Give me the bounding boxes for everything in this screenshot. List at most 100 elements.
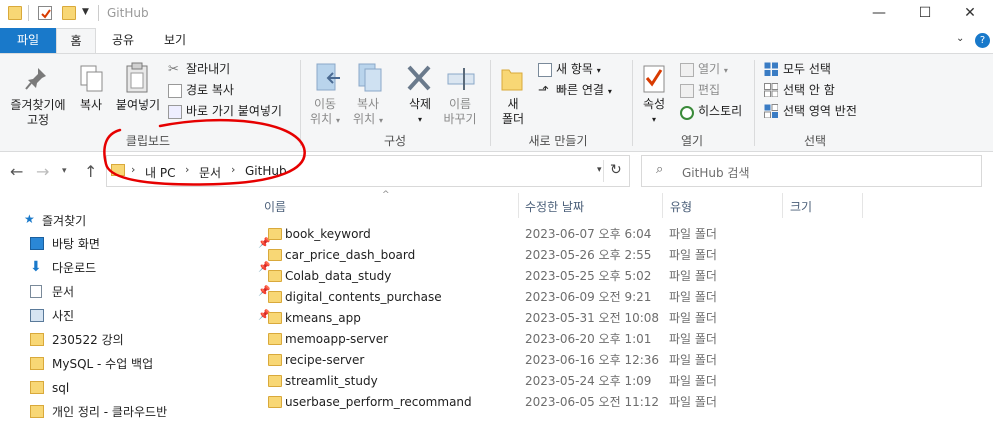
new-folder-icon bbox=[501, 69, 523, 91]
column-header-type[interactable]: 유형 bbox=[670, 198, 692, 215]
delete-x-icon bbox=[407, 65, 431, 91]
file-type: 파일 폴더 bbox=[669, 248, 717, 262]
delete-button[interactable]: 삭제 ▾ bbox=[400, 97, 440, 127]
nav-item-label: 문서 bbox=[52, 285, 75, 299]
tab-share[interactable]: 공유 bbox=[100, 28, 146, 53]
file-date: 2023-06-20 오후 1:01 bbox=[525, 332, 652, 346]
nav-item-label: MySQL - 수업 백업 bbox=[52, 357, 154, 371]
table-row[interactable]: memoapp-server 2023-06-20 오후 1:01 파일 폴더 bbox=[262, 329, 862, 350]
desktop-icon bbox=[30, 237, 44, 250]
tab-view[interactable]: 보기 bbox=[150, 28, 200, 53]
table-row[interactable]: recipe-server 2023-06-16 오후 12:36 파일 폴더 bbox=[262, 350, 862, 371]
nav-item-label: 다운로드 bbox=[52, 261, 97, 275]
table-row[interactable]: book_keyword 2023-06-07 오후 6:04 파일 폴더 bbox=[262, 224, 862, 245]
file-type: 파일 폴더 bbox=[669, 227, 717, 241]
column-divider[interactable] bbox=[662, 193, 663, 218]
column-divider[interactable] bbox=[782, 193, 783, 218]
select-none-button[interactable]: 선택 안 함 bbox=[783, 83, 835, 98]
group-label-organize: 구성 bbox=[383, 134, 407, 148]
column-divider[interactable] bbox=[862, 193, 863, 218]
copy-to-label: 위치 bbox=[353, 112, 376, 126]
group-label-new: 새로 만들기 bbox=[528, 134, 588, 148]
refresh-icon[interactable]: ↻ bbox=[610, 162, 622, 178]
table-row[interactable]: digital_contents_purchase 2023-06-09 오전 … bbox=[262, 287, 862, 308]
new-item-button[interactable]: 새 항목 ▾ bbox=[556, 62, 601, 78]
back-arrow-icon[interactable]: ← bbox=[10, 162, 23, 181]
table-row[interactable]: car_price_dash_board 2023-05-26 오후 2:55 … bbox=[262, 245, 862, 266]
new-item-icon bbox=[538, 63, 552, 77]
easy-access-button[interactable]: 빠른 연결 ▾ bbox=[556, 83, 612, 99]
folder-icon bbox=[30, 405, 44, 418]
file-name: car_price_dash_board bbox=[285, 248, 416, 262]
nav-item-label: 바탕 화면 bbox=[52, 237, 100, 251]
folder-icon bbox=[30, 333, 44, 346]
address-history-chevron-icon[interactable]: ▾ bbox=[597, 165, 602, 175]
chevron-down-icon: ▾ bbox=[596, 66, 601, 75]
properties-label: 속성 bbox=[642, 97, 666, 111]
file-type: 파일 폴더 bbox=[669, 353, 717, 367]
open-button[interactable]: 열기 ▾ bbox=[698, 62, 728, 78]
scissors-icon: ✂ bbox=[168, 62, 179, 77]
recent-locations-chevron-icon[interactable]: ▾ bbox=[62, 166, 67, 176]
history-button[interactable]: 히스토리 bbox=[698, 104, 742, 119]
help-icon[interactable]: ? bbox=[975, 33, 990, 48]
forward-arrow-icon[interactable]: → bbox=[36, 162, 49, 181]
chevron-down-icon[interactable]: ⌄ bbox=[956, 33, 964, 44]
rename-line1: 이름 bbox=[448, 97, 472, 111]
tab-file[interactable]: 파일 bbox=[0, 28, 56, 53]
new-folder-button[interactable]: 새 폴더 bbox=[498, 97, 528, 127]
chevron-down-icon: ▾ bbox=[378, 116, 383, 125]
copy-icon bbox=[80, 65, 103, 92]
select-none-icon bbox=[764, 83, 778, 97]
file-type: 파일 폴더 bbox=[669, 395, 717, 409]
chevron-down-icon: ▾ bbox=[335, 116, 340, 125]
minimize-button[interactable]: — bbox=[856, 0, 902, 28]
column-header-name[interactable]: 이름 bbox=[264, 198, 286, 215]
sort-ascending-chevron-icon: ^ bbox=[382, 190, 390, 200]
copy-to-button[interactable]: 복사 위치 ▾ bbox=[348, 97, 388, 128]
edit-button[interactable]: 편집 bbox=[698, 83, 720, 98]
properties-checkmark-icon[interactable] bbox=[38, 6, 52, 20]
invert-selection-icon bbox=[764, 104, 778, 118]
customize-toolbar-icon[interactable]: ▼ bbox=[82, 7, 89, 17]
chevron-down-icon: ▾ bbox=[607, 87, 612, 96]
table-row[interactable]: Colab_data_study 2023-05-25 오후 5:02 파일 폴… bbox=[262, 266, 862, 287]
maximize-button[interactable]: ☐ bbox=[902, 0, 948, 28]
copy-path-button[interactable]: 경로 복사 bbox=[186, 83, 234, 98]
new-item-label: 새 항목 bbox=[556, 62, 593, 76]
nav-quick-access[interactable]: ★ 즐겨찾기 bbox=[24, 209, 244, 231]
select-all-button[interactable]: 모두 선택 bbox=[783, 62, 831, 77]
search-box[interactable]: ⌕ GitHub 검색 bbox=[641, 155, 982, 187]
history-clock-icon bbox=[680, 106, 694, 120]
tab-home[interactable]: 홈 bbox=[56, 28, 96, 53]
invert-selection-button[interactable]: 선택 영역 반전 bbox=[783, 104, 857, 119]
column-header-date[interactable]: 수정한 날짜 bbox=[525, 198, 584, 215]
properties-button[interactable]: 속성 ▾ bbox=[638, 97, 670, 127]
column-header-size[interactable]: 크기 bbox=[790, 198, 812, 215]
group-label-select: 선택 bbox=[803, 134, 827, 148]
search-input[interactable]: GitHub 검색 bbox=[682, 164, 749, 181]
column-divider[interactable] bbox=[518, 193, 519, 218]
new-folder-icon[interactable] bbox=[62, 6, 76, 20]
folder-icon bbox=[268, 396, 282, 408]
up-arrow-icon[interactable]: ↑ bbox=[84, 162, 97, 181]
delete-label: 삭제 bbox=[408, 97, 432, 111]
pin-icon bbox=[25, 68, 46, 90]
cut-button[interactable]: 잘라내기 bbox=[186, 62, 230, 77]
title-bar: ▼ GitHub — ☐ ✕ bbox=[0, 0, 993, 28]
file-date: 2023-05-31 오전 10:08 bbox=[525, 311, 660, 325]
group-separator bbox=[490, 60, 491, 146]
nav-quick-access-label: 즐겨찾기 bbox=[42, 214, 87, 228]
table-row[interactable]: streamlit_study 2023-05-24 오후 1:09 파일 폴더 bbox=[262, 371, 862, 392]
pictures-icon bbox=[30, 309, 44, 322]
file-date: 2023-05-26 오후 2:55 bbox=[525, 248, 652, 262]
folder-icon bbox=[268, 249, 282, 261]
close-button[interactable]: ✕ bbox=[947, 0, 993, 28]
file-type: 파일 폴더 bbox=[669, 311, 717, 325]
table-row[interactable]: kmeans_app 2023-05-31 오전 10:08 파일 폴더 bbox=[262, 308, 862, 329]
document-icon bbox=[30, 285, 42, 298]
pin-to-quick-access-button[interactable]: 즐겨찾기에 고정 bbox=[6, 98, 70, 128]
folder-icon bbox=[268, 375, 282, 387]
table-row[interactable]: userbase_perform_recommand 2023-06-05 오전… bbox=[262, 392, 862, 413]
rename-button[interactable]: 이름 바꾸기 bbox=[438, 97, 482, 127]
